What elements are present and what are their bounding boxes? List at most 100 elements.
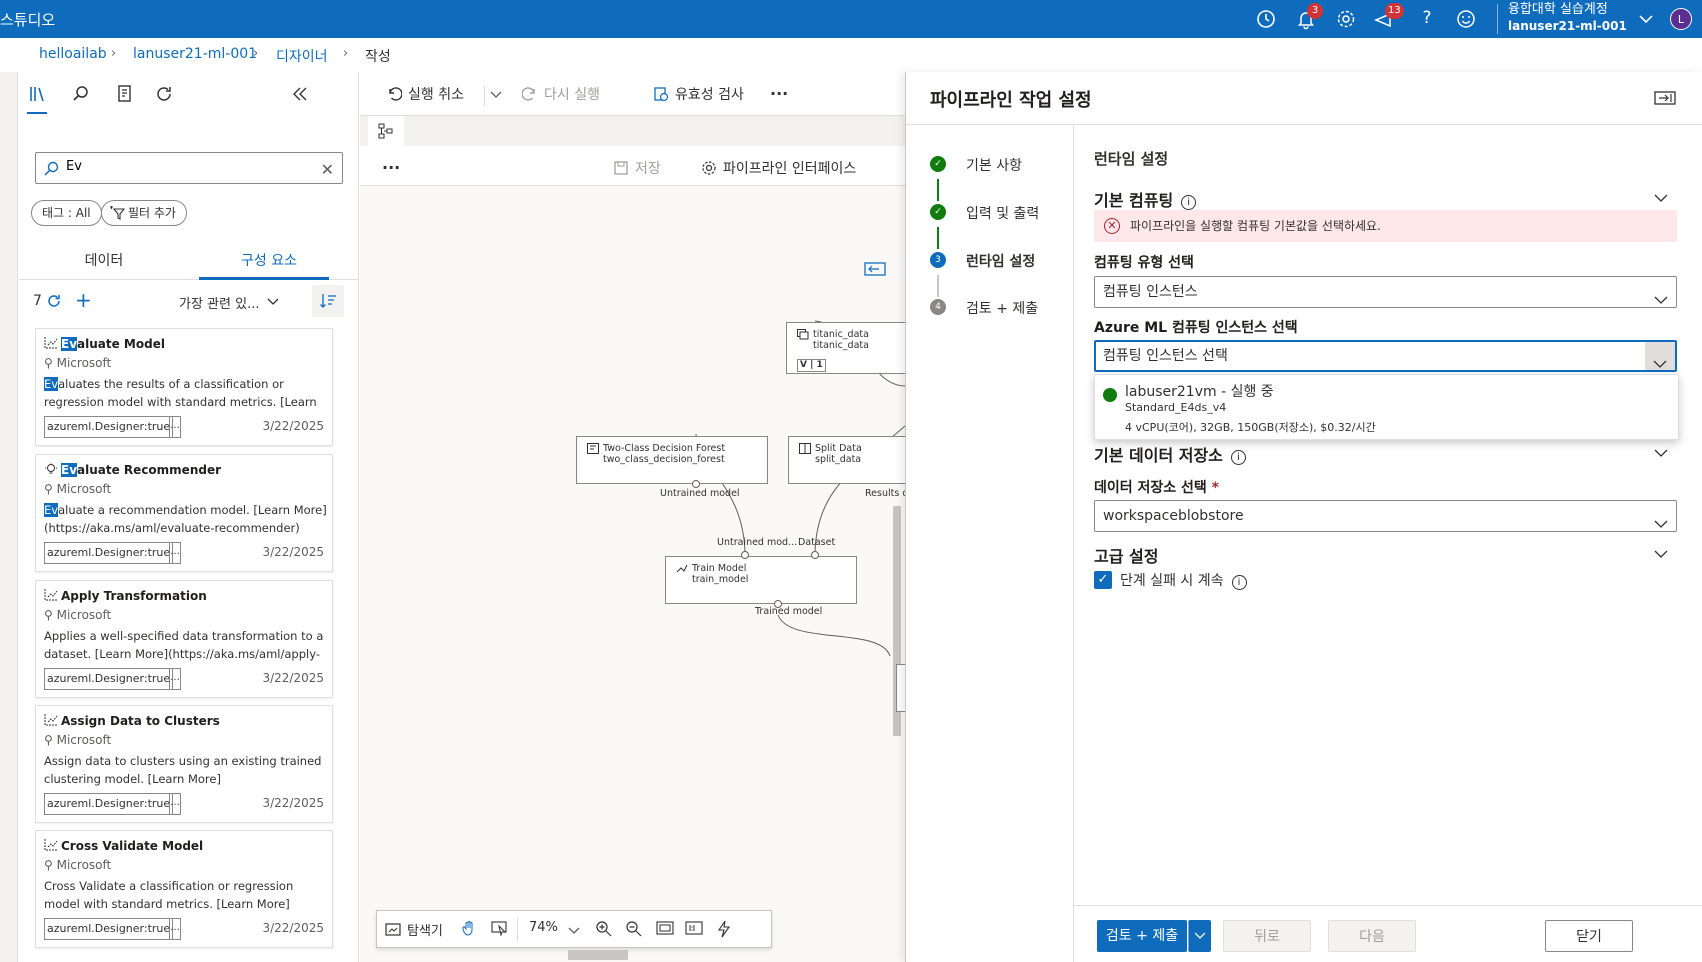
zoom-level-dropdown[interactable]: 74% bbox=[529, 920, 558, 935]
person-icon: ⚲ bbox=[44, 482, 57, 496]
chevron-down-icon[interactable] bbox=[1654, 447, 1668, 461]
card-date: 3/22/2025 bbox=[262, 921, 324, 935]
account-menu[interactable]: 융합대학 실습계정 lanuser21-ml-001 bbox=[1508, 1, 1638, 35]
chart-icon bbox=[44, 714, 58, 726]
info-icon[interactable]: i bbox=[1181, 195, 1197, 210]
step-basics[interactable]: ✓ 기본 사항 bbox=[930, 153, 1070, 177]
select-pointer-icon[interactable] bbox=[491, 920, 509, 940]
notification-bell-icon[interactable]: 3 bbox=[1295, 3, 1323, 30]
dock-panel-icon[interactable] bbox=[1654, 90, 1676, 106]
graph-tab[interactable] bbox=[368, 116, 404, 146]
step-inputs-outputs[interactable]: ✓ 입력 및 출력 bbox=[930, 201, 1070, 225]
validate-button[interactable]: 유효성 검사 bbox=[653, 84, 744, 104]
undo-history-chevron-icon[interactable] bbox=[490, 87, 502, 103]
card-more-tags[interactable]: ... bbox=[169, 416, 181, 438]
compute-instance-dropdown[interactable]: 컴퓨팅 인스턴스 선택 bbox=[1094, 340, 1677, 372]
breadcrumb-designer[interactable]: 디자이너 bbox=[276, 46, 328, 66]
chevron-down-icon[interactable] bbox=[267, 295, 279, 305]
card-tag[interactable]: azureml.Designer:true bbox=[44, 416, 174, 438]
info-icon[interactable]: i bbox=[1230, 450, 1246, 465]
collapse-panel-icon[interactable] bbox=[290, 84, 310, 104]
port-label-results: Results d bbox=[865, 488, 905, 499]
clock-icon[interactable] bbox=[1255, 8, 1277, 30]
close-button[interactable]: 닫기 bbox=[1545, 920, 1633, 952]
smiley-icon[interactable] bbox=[1455, 8, 1477, 30]
pipeline-graph[interactable]: titanic_data titanic_data V | 1 Two-Clas… bbox=[360, 186, 905, 962]
node-split-data[interactable]: Split Data split_data bbox=[788, 436, 905, 484]
avatar[interactable]: L bbox=[1670, 8, 1692, 30]
canvas-more-button[interactable]: ... bbox=[382, 154, 400, 173]
component-card[interactable]: Assign Data to Clusters ⚲ Microsoft Assi… bbox=[35, 705, 333, 823]
refresh-icon[interactable] bbox=[154, 84, 174, 104]
step-runtime-settings[interactable]: 3 런타임 설정 bbox=[930, 249, 1070, 273]
input-port[interactable] bbox=[811, 551, 819, 559]
zoom-in-icon[interactable] bbox=[595, 920, 613, 942]
card-tag[interactable]: azureml.Designer:true bbox=[44, 793, 174, 815]
card-tag[interactable]: azureml.Designer:true bbox=[44, 542, 174, 564]
explorer-button[interactable]: 탐색기 bbox=[385, 920, 443, 939]
zoom-out-icon[interactable] bbox=[625, 920, 643, 942]
continue-on-failure-checkbox[interactable]: ✓ bbox=[1094, 571, 1112, 589]
chevron-down-icon[interactable] bbox=[1635, 8, 1657, 30]
sort-dropdown[interactable]: 가장 관련 있... bbox=[179, 293, 259, 312]
add-icon[interactable]: + bbox=[75, 290, 92, 310]
feedback-icon[interactable]: 13 bbox=[1373, 3, 1404, 30]
tab-data[interactable]: 데이터 bbox=[19, 250, 189, 270]
submit-split-chevron[interactable] bbox=[1188, 920, 1211, 952]
help-icon[interactable]: ? bbox=[1416, 8, 1438, 30]
datastore-dropdown[interactable]: workspaceblobstore bbox=[1094, 500, 1677, 532]
chevron-down-icon[interactable] bbox=[568, 924, 580, 939]
undo-button[interactable]: 실행 취소 bbox=[386, 84, 464, 104]
search-input[interactable] bbox=[66, 159, 306, 174]
next-button[interactable]: 다음 bbox=[1328, 920, 1416, 952]
node-partial[interactable] bbox=[896, 664, 905, 712]
clear-search-icon[interactable]: ✕ bbox=[321, 160, 334, 179]
input-port[interactable] bbox=[741, 551, 749, 559]
more-options-button[interactable]: ... bbox=[770, 80, 788, 99]
refresh-icon[interactable] bbox=[45, 292, 63, 310]
card-more-tags[interactable]: ... bbox=[169, 918, 181, 940]
card-tag[interactable]: azureml.Designer:true bbox=[44, 668, 174, 690]
auto-layout-icon[interactable] bbox=[715, 920, 733, 942]
search-icon[interactable] bbox=[71, 84, 91, 104]
card-tag[interactable]: azureml.Designer:true bbox=[44, 918, 174, 940]
node-train-model[interactable]: Train Model train_model bbox=[665, 556, 857, 604]
tab-components[interactable]: 구성 요소 bbox=[184, 250, 354, 270]
component-card[interactable]: Evaluate Recommender ⚲ Microsoft Evaluat… bbox=[35, 454, 333, 572]
review-submit-button[interactable]: 검토 + 제출 bbox=[1097, 920, 1187, 952]
instance-option[interactable]: labuser21vm - 실행 중 Standard_E4ds_v4 4 vC… bbox=[1095, 375, 1680, 439]
redo-button[interactable]: 다시 실행 bbox=[521, 84, 600, 104]
node-two-class-decision-forest[interactable]: Two-Class Decision Forest two_class_deci… bbox=[576, 436, 768, 484]
node-titanic-data[interactable]: titanic_data titanic_data V | 1 bbox=[786, 322, 905, 374]
chevron-down-icon[interactable] bbox=[1654, 192, 1668, 206]
component-card[interactable]: Evaluate Model ⚲ Microsoft Evaluates the… bbox=[35, 328, 333, 446]
library-icon[interactable] bbox=[28, 84, 48, 104]
breadcrumb-resource[interactable]: lanuser21-ml-001 bbox=[133, 46, 257, 62]
card-more-tags[interactable]: ... bbox=[169, 793, 181, 815]
pipeline-job-settings-panel: 파이프라인 작업 설정 ✓ 기본 사항 ✓ 입력 및 출력 3 런타임 설정 4… bbox=[905, 72, 1702, 962]
component-card[interactable]: Apply Transformation ⚲ Microsoft Applies… bbox=[35, 580, 333, 698]
breadcrumb-workspace[interactable]: helloailab bbox=[39, 46, 107, 62]
add-filter-pill[interactable]: 필터 추가 bbox=[101, 200, 187, 226]
actual-size-icon[interactable] bbox=[685, 920, 703, 940]
fit-to-screen-icon[interactable] bbox=[656, 920, 674, 940]
card-more-tags[interactable]: ... bbox=[169, 542, 181, 564]
component-search-box[interactable]: ✕ bbox=[35, 152, 343, 184]
card-more-tags[interactable]: ... bbox=[169, 668, 181, 690]
info-icon[interactable]: i bbox=[1231, 575, 1247, 590]
save-button[interactable]: 저장 bbox=[613, 158, 661, 178]
graph-horizontal-scrollbar[interactable] bbox=[568, 950, 628, 960]
pan-hand-icon[interactable] bbox=[461, 920, 477, 940]
tag-filter-pill[interactable]: 태그 : All bbox=[31, 200, 102, 226]
sort-order-button[interactable] bbox=[312, 285, 344, 317]
gear-icon[interactable] bbox=[1335, 8, 1357, 30]
step-review-submit[interactable]: 4 검토 + 제출 bbox=[930, 296, 1070, 320]
chevron-down-icon[interactable] bbox=[1654, 548, 1668, 562]
pipeline-interface-button[interactable]: 파이프라인 인터페이스 bbox=[701, 158, 856, 178]
chart-icon bbox=[44, 337, 58, 349]
component-card[interactable]: Cross Validate Model ⚲ Microsoft Cross V… bbox=[35, 830, 333, 948]
output-port[interactable] bbox=[692, 480, 700, 488]
document-icon[interactable] bbox=[115, 84, 135, 104]
back-button[interactable]: 뒤로 bbox=[1223, 920, 1311, 952]
compute-type-dropdown[interactable]: 컴퓨팅 인스턴스 bbox=[1094, 276, 1677, 308]
